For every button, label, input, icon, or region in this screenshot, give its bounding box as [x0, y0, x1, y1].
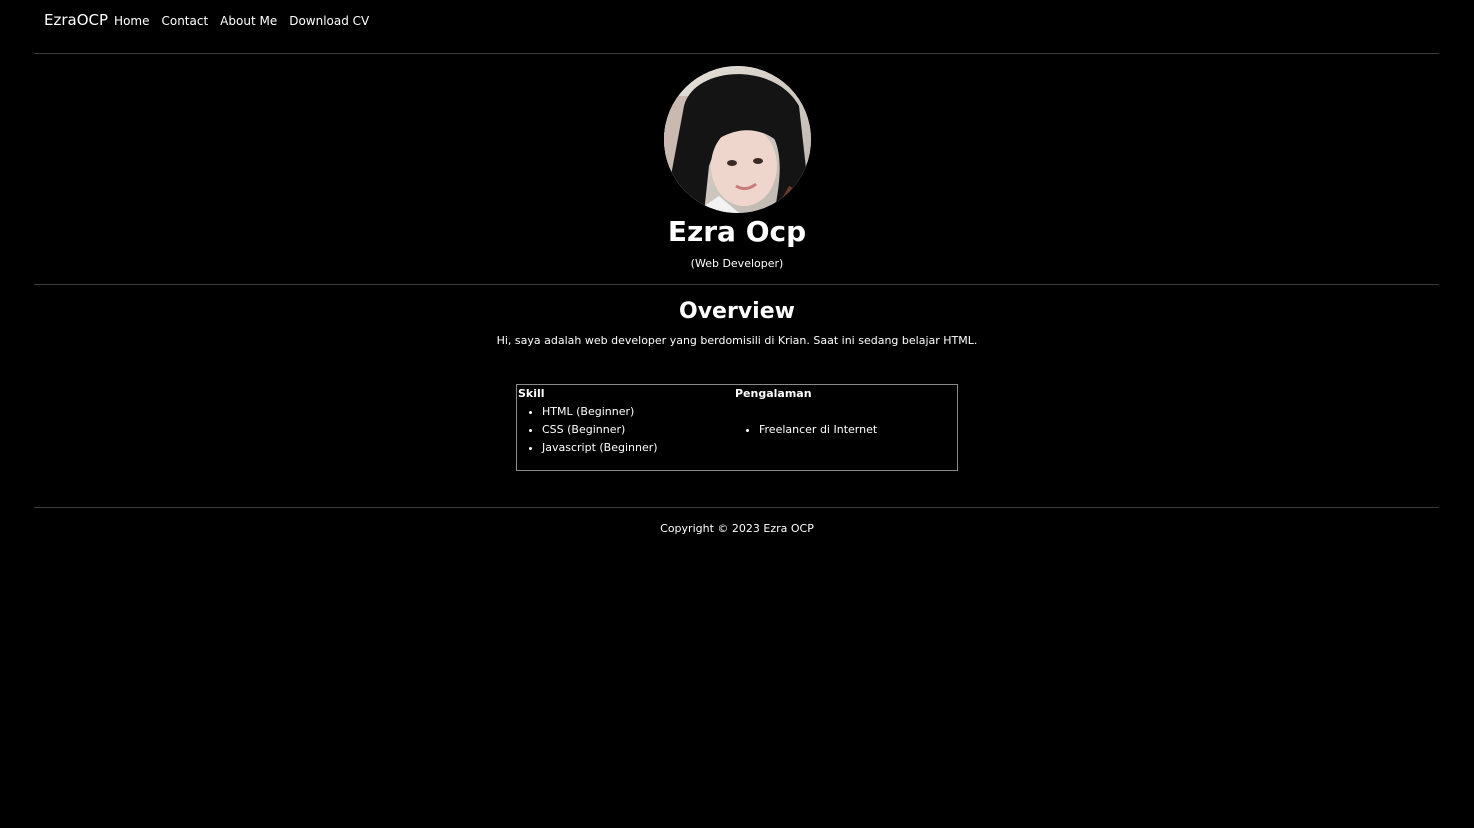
avatar — [664, 66, 811, 213]
copyright-text: Copyright © 2023 Ezra OCP — [660, 522, 814, 535]
header-divider — [34, 53, 1439, 54]
top-nav: EzraOCP Home Contact About Me Download C… — [44, 11, 381, 29]
avatar-photo — [664, 66, 811, 213]
footer-divider — [34, 507, 1439, 508]
profile-divider — [34, 284, 1439, 285]
nav-link-download-cv[interactable]: Download CV — [289, 14, 369, 28]
skill-item: CSS (Beginner) — [542, 421, 734, 439]
nav-link-home[interactable]: Home — [114, 14, 149, 28]
nav-link-contact[interactable]: Contact — [161, 14, 208, 28]
skill-column: Skill HTML (Beginner) CSS (Beginner) Jav… — [518, 385, 734, 457]
profile-name: Ezra Ocp — [667, 215, 807, 248]
nav-link-about-me[interactable]: About Me — [220, 14, 277, 28]
overview-title: Overview — [679, 299, 795, 324]
experience-item: Freelancer di Internet — [759, 421, 955, 439]
profile-role: (Web Developer) — [690, 257, 784, 270]
skill-item: HTML (Beginner) — [542, 403, 734, 421]
skill-list: HTML (Beginner) CSS (Beginner) Javascrip… — [518, 403, 734, 457]
skill-item: Javascript (Beginner) — [542, 439, 734, 457]
skills-experience-table: Skill HTML (Beginner) CSS (Beginner) Jav… — [516, 384, 958, 471]
skill-header: Skill — [518, 387, 545, 400]
experience-header: Pengalaman — [735, 387, 812, 400]
experience-list: Freelancer di Internet — [735, 421, 955, 439]
overview-text: Hi, saya adalah web developer yang berdo… — [496, 334, 978, 347]
experience-column: Pengalaman Freelancer di Internet — [735, 385, 955, 439]
brand-link[interactable]: EzraOCP — [44, 11, 108, 29]
